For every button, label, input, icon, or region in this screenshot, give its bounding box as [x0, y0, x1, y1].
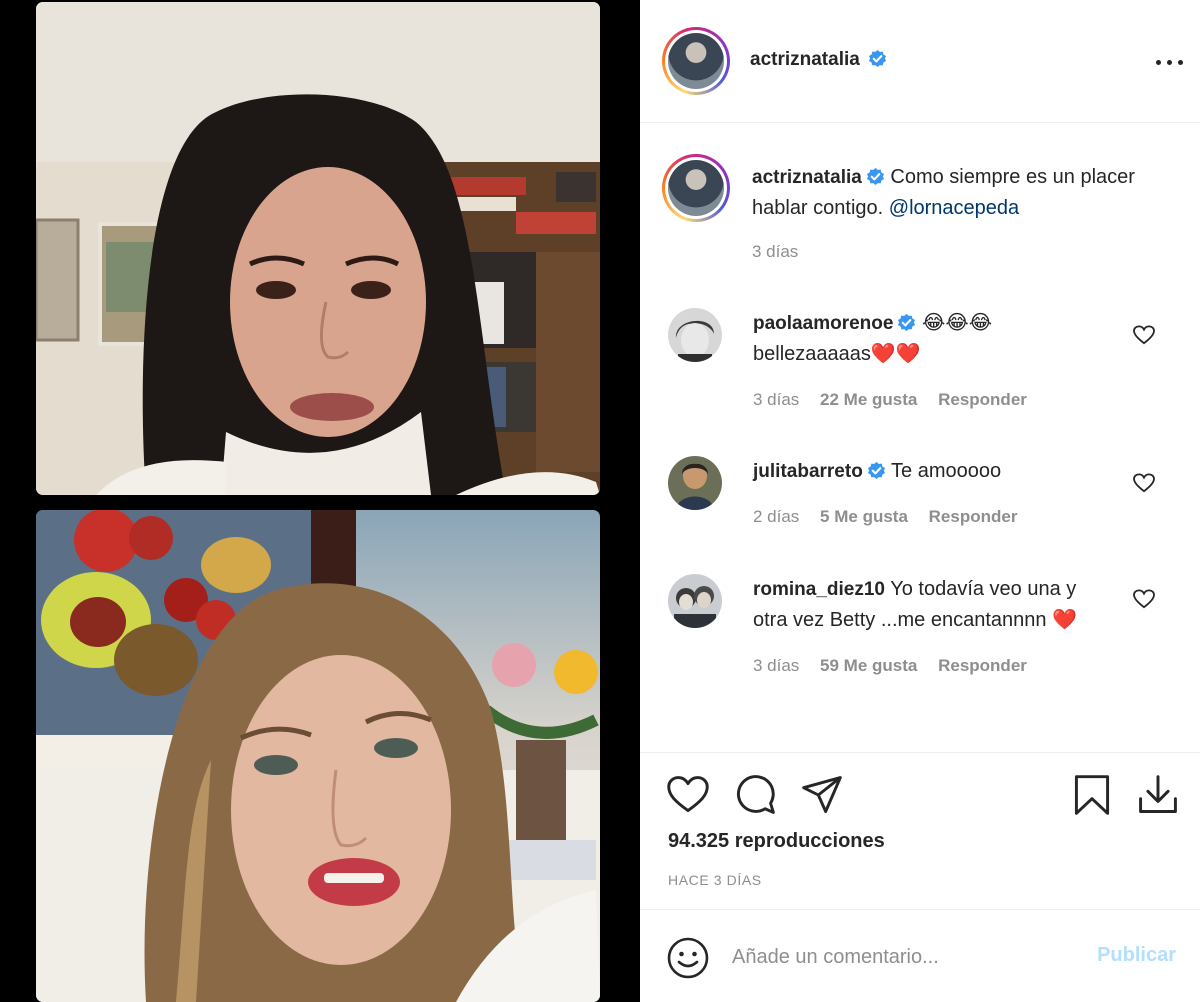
reply-button[interactable]: Responder	[938, 390, 1027, 409]
caption-avatar[interactable]	[662, 154, 730, 222]
like-comment-heart-icon[interactable]	[1133, 473, 1155, 493]
comment-meta: 2 días 5 Me gusta Responder	[753, 507, 1123, 527]
reply-button[interactable]: Responder	[938, 656, 1027, 675]
comment-likes[interactable]: 5 Me gusta	[820, 507, 908, 526]
comment-text-block: paolaamorenoe 😂😂😂 bellezaaaaas❤️❤️	[753, 308, 1053, 370]
video-frame-top[interactable]	[36, 2, 600, 495]
comment-item: julitabarreto Te amooooo 2 días 5 Me gus…	[668, 456, 1168, 536]
more-options-button[interactable]	[1154, 50, 1186, 74]
verified-badge-icon	[898, 313, 916, 332]
paper-plane-icon[interactable]	[800, 773, 844, 817]
comment-meta: 3 días 59 Me gusta Responder	[753, 656, 1123, 676]
comment-username[interactable]: paolaamorenoe	[753, 313, 893, 334]
caption-time: 3 días	[752, 242, 799, 261]
caption: actriznatalia Como siempre es un placer …	[752, 162, 1162, 262]
like-comment-heart-icon[interactable]	[1133, 325, 1155, 345]
comment-text-block: romina_diez10 Yo todavía veo una y otra …	[753, 574, 1083, 636]
verified-badge-icon	[867, 461, 885, 480]
download-icon[interactable]	[1136, 773, 1180, 817]
comment-username[interactable]: romina_diez10	[753, 579, 885, 600]
reply-button[interactable]: Responder	[929, 507, 1018, 526]
comment-item: romina_diez10 Yo todavía veo una y otra …	[668, 574, 1168, 714]
post-actions: 94.325 reproducciones HACE 3 DÍAS	[640, 752, 1200, 910]
caption-username[interactable]: actriznatalia	[752, 167, 862, 188]
post-header: actriznatalia	[640, 0, 1200, 123]
comment-time: 3 días	[753, 390, 800, 409]
comment-bubble-icon[interactable]	[733, 773, 777, 817]
view-count[interactable]: 94.325 reproducciones	[668, 830, 885, 853]
smiley-icon[interactable]	[666, 936, 710, 980]
caption-mention-link[interactable]: @lornacepeda	[889, 197, 1019, 219]
comment-text-block: julitabarreto Te amooooo	[753, 456, 1123, 487]
video-still-bottom	[36, 510, 600, 1002]
comment-body: romina_diez10 Yo todavía veo una y otra …	[753, 574, 1123, 676]
bookmark-icon[interactable]	[1070, 773, 1114, 817]
comment-likes[interactable]: 22 Me gusta	[820, 390, 917, 409]
comment-username[interactable]: julitabarreto	[753, 461, 863, 482]
add-comment-bar: Publicar	[640, 911, 1200, 1002]
verified-badge-icon	[869, 49, 887, 68]
author-username[interactable]: actriznatalia	[750, 49, 860, 70]
author-name-row: actriznatalia	[750, 49, 887, 71]
comment-input[interactable]	[732, 939, 1072, 975]
video-frame-bottom[interactable]	[36, 510, 600, 1002]
like-comment-heart-icon[interactable]	[1133, 589, 1155, 609]
author-avatar[interactable]	[662, 27, 730, 95]
caption-text: actriznatalia Como siempre es un placer …	[752, 162, 1162, 224]
verified-badge-icon	[866, 167, 884, 186]
post-date: HACE 3 DÍAS	[668, 872, 762, 888]
commenter-avatar[interactable]	[668, 574, 722, 628]
commenter-avatar[interactable]	[668, 308, 722, 362]
comment-meta: 3 días 22 Me gusta Responder	[753, 390, 1123, 410]
publish-button[interactable]: Publicar	[1097, 944, 1176, 967]
comment-time: 2 días	[753, 507, 800, 526]
comment-likes[interactable]: 59 Me gusta	[820, 656, 917, 675]
post-sidebar: actriznatalia actriznatalia Como siempre…	[640, 0, 1200, 1002]
heart-icon[interactable]	[666, 773, 710, 817]
comment-text: Te amooooo	[891, 460, 1002, 482]
commenter-avatar[interactable]	[668, 456, 722, 510]
comment-time: 3 días	[753, 656, 800, 675]
video-still-top	[36, 2, 600, 495]
comment-body: julitabarreto Te amooooo 2 días 5 Me gus…	[753, 456, 1123, 527]
comments-list[interactable]: actriznatalia Como siempre es un placer …	[640, 124, 1200, 751]
post-media[interactable]	[0, 0, 640, 1002]
comment-item: paolaamorenoe 😂😂😂 bellezaaaaas❤️❤️ 3 día…	[668, 308, 1168, 418]
comment-body: paolaamorenoe 😂😂😂 bellezaaaaas❤️❤️ 3 día…	[753, 308, 1123, 410]
